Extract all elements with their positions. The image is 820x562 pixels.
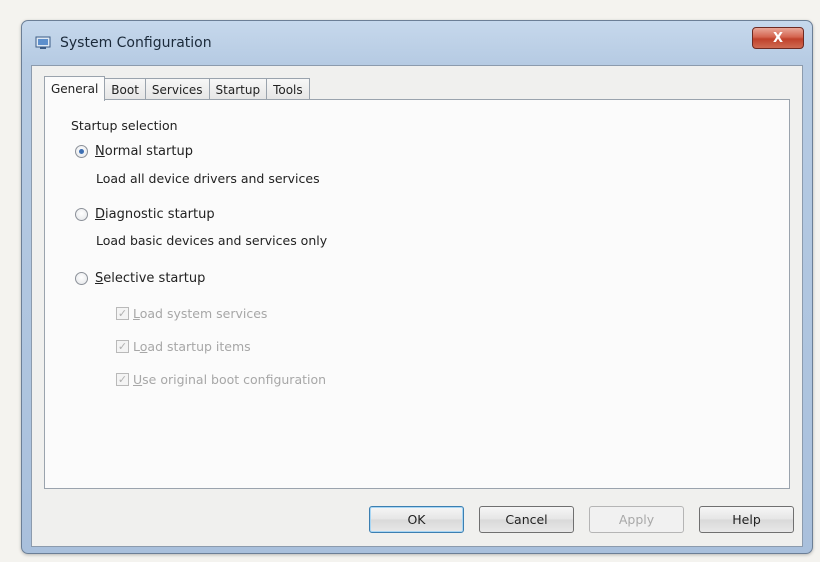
normal-startup-option[interactable]: Normal startup xyxy=(75,144,193,159)
load-system-services-label-rest: oad system services xyxy=(139,306,268,321)
general-tab-panel: Startup selection Normal startup Load al… xyxy=(44,99,790,489)
tab-tools[interactable]: Tools xyxy=(266,78,310,100)
ok-button[interactable]: OK xyxy=(369,506,464,533)
load-system-services-accel: L xyxy=(133,306,140,321)
diagnostic-startup-radio[interactable] xyxy=(75,208,88,221)
normal-startup-radio[interactable] xyxy=(75,145,88,158)
close-button[interactable]: X xyxy=(752,27,804,49)
tab-strip: General Boot Services Startup Tools xyxy=(44,76,310,101)
diagnostic-startup-label-rest: iagnostic startup xyxy=(105,207,215,222)
use-original-boot-config-option: ✓ Use original boot configuration xyxy=(116,372,326,387)
diagnostic-startup-description: Load basic devices and services only xyxy=(96,233,328,248)
load-startup-items-label-rest: ad startup items xyxy=(147,339,251,354)
help-button[interactable]: Help xyxy=(699,506,794,533)
cancel-button[interactable]: Cancel xyxy=(479,506,574,533)
diagnostic-startup-label: Diagnostic startup xyxy=(95,207,215,222)
normal-startup-label: Normal startup xyxy=(95,144,193,159)
selective-startup-label: Selective startup xyxy=(95,271,205,286)
selective-startup-label-rest: elective startup xyxy=(103,271,206,286)
tab-general[interactable]: General xyxy=(44,76,106,101)
load-startup-items-label: Load startup items xyxy=(133,339,251,354)
use-original-boot-config-accel: U xyxy=(133,372,143,387)
dialog-client-area: General Boot Services Startup Tools Star… xyxy=(31,65,803,547)
close-icon: X xyxy=(772,30,784,46)
system-configuration-app-icon xyxy=(35,36,51,49)
load-startup-items-option: ✓ Load startup items xyxy=(116,339,251,354)
apply-button: Apply xyxy=(589,506,684,533)
diagnostic-startup-option[interactable]: Diagnostic startup xyxy=(75,207,215,222)
tab-boot[interactable]: Boot xyxy=(104,78,146,100)
diagnostic-startup-accel: D xyxy=(95,207,106,222)
load-system-services-checkbox: ✓ xyxy=(116,307,129,320)
normal-startup-description: Load all device drivers and services xyxy=(96,171,320,186)
load-system-services-label: Load system services xyxy=(133,306,267,321)
load-startup-items-label-pre: L xyxy=(133,339,140,354)
title-bar[interactable]: System Configuration X xyxy=(22,21,812,63)
use-original-boot-config-label-rest: se original boot configuration xyxy=(142,372,327,387)
tab-services[interactable]: Services xyxy=(144,78,210,100)
window-title: System Configuration xyxy=(60,35,212,51)
selective-startup-radio[interactable] xyxy=(75,272,88,285)
use-original-boot-config-checkbox: ✓ xyxy=(116,373,129,386)
system-configuration-window: System Configuration X General Boot Serv… xyxy=(21,20,813,554)
normal-startup-accel: N xyxy=(95,144,105,159)
selective-startup-option[interactable]: Selective startup xyxy=(75,271,205,286)
use-original-boot-config-label: Use original boot configuration xyxy=(133,372,326,387)
tab-startup[interactable]: Startup xyxy=(208,78,268,100)
load-startup-items-checkbox: ✓ xyxy=(116,340,129,353)
load-system-services-option: ✓ Load system services xyxy=(116,306,267,321)
normal-startup-label-rest: ormal startup xyxy=(104,144,193,159)
startup-selection-label: Startup selection xyxy=(71,118,178,133)
